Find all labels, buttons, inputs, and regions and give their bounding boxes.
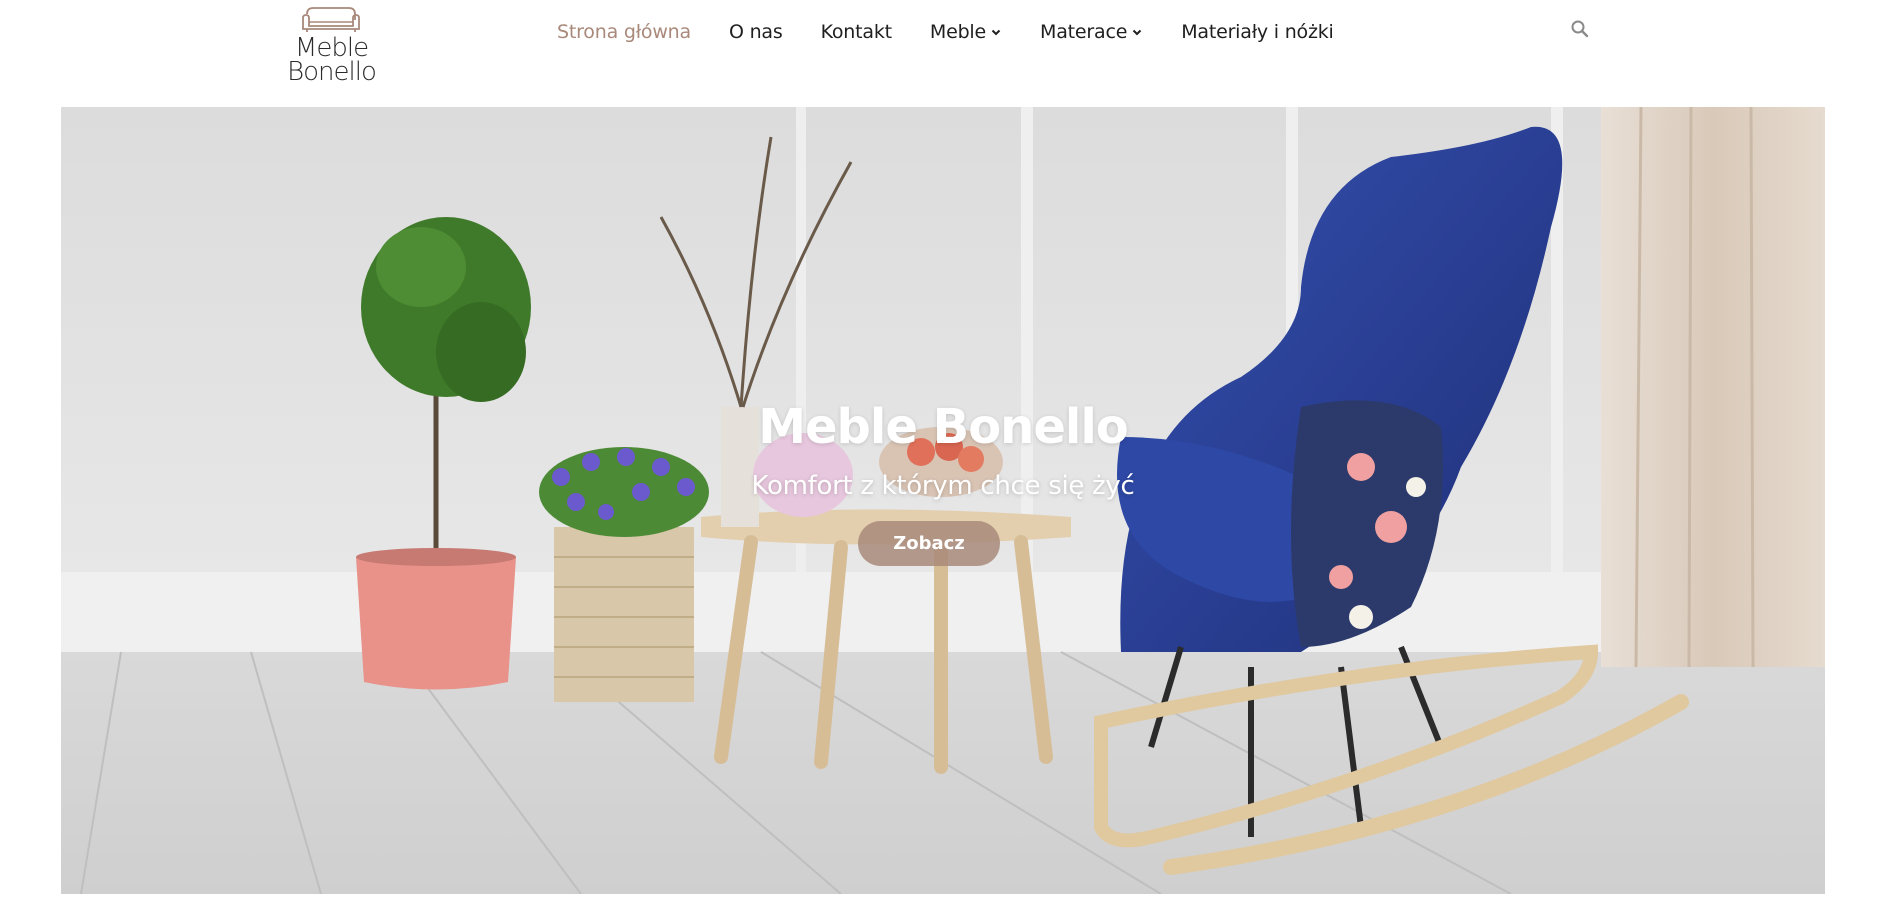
nav-item-contact[interactable]: Kontakt — [820, 21, 893, 43]
nav-item-mattresses[interactable]: Materace — [1040, 21, 1143, 43]
search-icon — [1571, 20, 1589, 38]
nav-item-label: O nas — [728, 21, 783, 43]
hero-banner: Meble Bonello Komfort z którym chce się … — [61, 107, 1825, 894]
nav-item-label: Materiały i nóżki — [1181, 21, 1334, 43]
site-header: Meble Bonello Strona główna O nas Kontak… — [0, 0, 1883, 107]
chevron-down-icon — [991, 29, 1001, 36]
search-button[interactable] — [1569, 18, 1591, 40]
nav-item-label: Strona główna — [557, 21, 691, 43]
nav-item-home[interactable]: Strona główna — [557, 21, 691, 43]
nav-item-label: Materace — [1040, 21, 1128, 43]
nav-item-label: Meble — [929, 21, 987, 43]
hero-subtitle: Komfort z którym chce się żyć — [751, 471, 1135, 501]
chevron-down-icon — [1132, 29, 1142, 36]
hero-title: Meble Bonello — [758, 399, 1129, 455]
nav-item-about[interactable]: O nas — [729, 21, 783, 43]
see-more-button[interactable]: Zobacz — [858, 521, 1000, 566]
logo-line2: Bonello — [287, 57, 377, 87]
site-logo[interactable]: Meble Bonello — [279, 4, 384, 85]
nav-item-label: Kontakt — [820, 21, 893, 43]
main-nav: Strona główna O nas Kontakt Meble Matera… — [557, 18, 1372, 46]
nav-item-materials[interactable]: Materiały i nóżki — [1181, 21, 1334, 43]
sofa-icon — [302, 7, 360, 32]
nav-item-furniture[interactable]: Meble — [930, 21, 1002, 43]
logo-wordmark: Meble Bonello — [279, 35, 384, 87]
